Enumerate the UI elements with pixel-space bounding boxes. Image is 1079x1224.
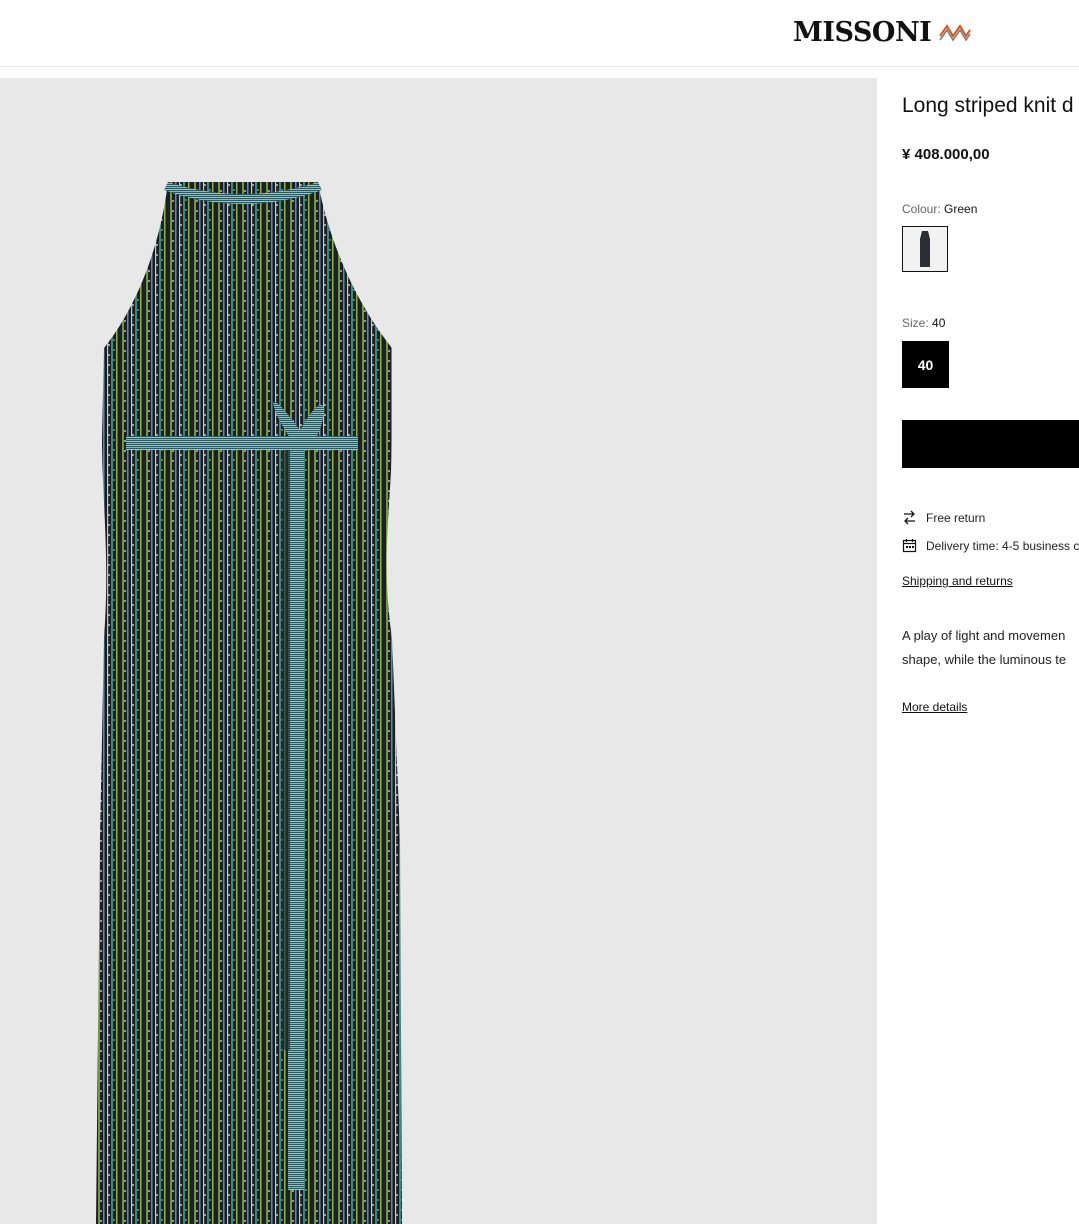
colour-value: Green (944, 202, 978, 216)
colour-label: Colour: (902, 202, 941, 216)
brand-logo[interactable]: MISSONI (793, 14, 972, 50)
description-line-1: A play of light and movemen (902, 628, 1066, 643)
delivery-text: Delivery time: 4-5 business c (926, 538, 1079, 553)
free-return-text: Free return (926, 510, 986, 525)
calendar-icon (902, 539, 917, 553)
add-to-bag-button[interactable] (902, 420, 1079, 468)
product-description: A play of light and movemen shape, while… (902, 624, 1066, 672)
delivery-row: Delivery time: 4-5 business c (902, 538, 1079, 553)
size-option-40[interactable]: 40 (902, 341, 949, 388)
product-title: Long striped knit d (902, 94, 1074, 117)
dress-belt-tie (288, 450, 304, 1190)
product-info-panel: Long striped knit d ¥ 408.000,00 Colour:… (877, 78, 1079, 1224)
product-image-dress[interactable] (0, 78, 877, 1224)
swap-arrows-icon (904, 510, 915, 525)
more-details-link[interactable]: More details (902, 700, 967, 714)
size-label-row: Size: 40 (902, 316, 945, 330)
product-price: ¥ 408.000,00 (902, 146, 990, 163)
shipping-returns-link[interactable]: Shipping and returns (902, 574, 1013, 588)
description-line-2: shape, while the luminous te (902, 652, 1067, 667)
free-return-row: Free return (902, 510, 985, 525)
dress-thumbnail-icon (920, 231, 930, 267)
size-value: 40 (932, 316, 946, 330)
size-label: Size: (902, 316, 929, 330)
brand-name: MISSONI (793, 16, 932, 48)
dress-belt (126, 436, 358, 450)
site-header: MISSONI (0, 0, 1079, 67)
colour-label-row: Colour: Green (902, 202, 977, 216)
zigzag-logo-icon (939, 24, 972, 42)
product-image-gallery[interactable] (0, 78, 877, 1224)
dress-body (96, 182, 402, 1224)
colour-swatch-green[interactable] (902, 226, 948, 272)
